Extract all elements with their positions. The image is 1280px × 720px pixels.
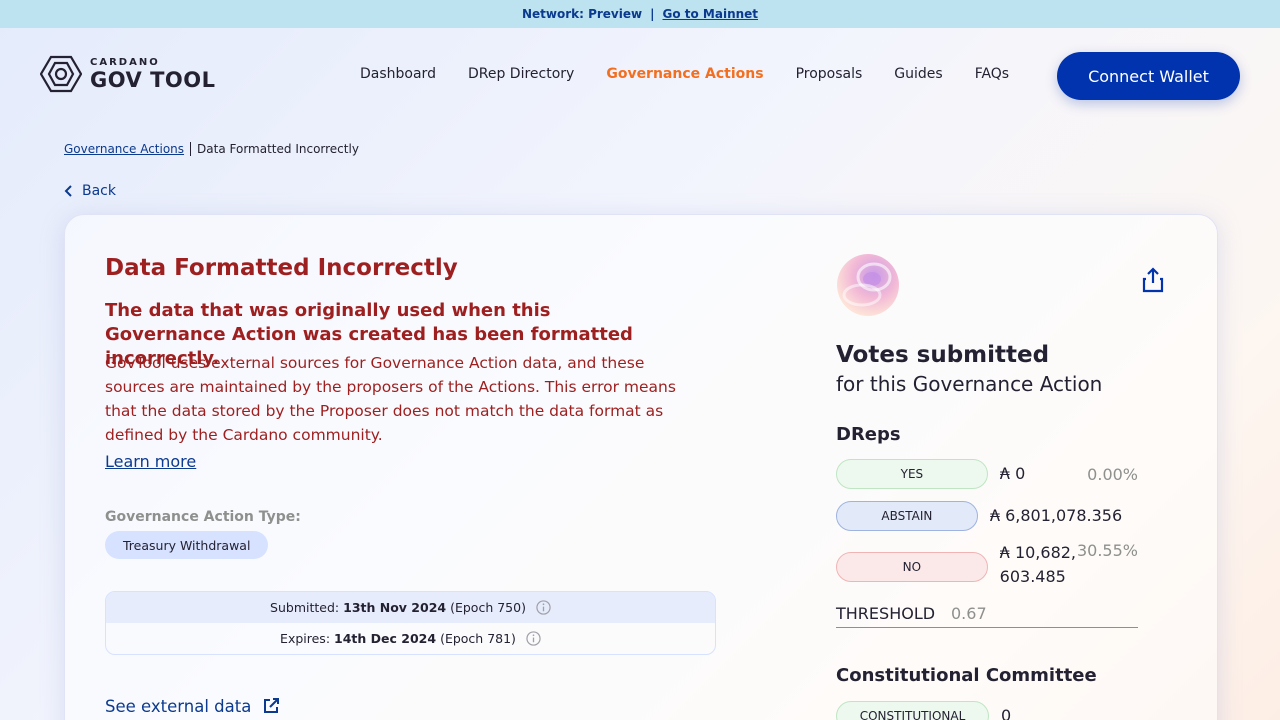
network-label: Network: Preview [521,7,643,21]
cardano-gov-logo-icon [40,55,82,93]
breadcrumb: Governance Actions Data Formatted Incorr… [64,142,359,156]
cc-heading: Constitutional Committee [836,665,1097,686]
governance-action-card: Data Formatted Incorrectly The data that… [64,214,1218,720]
action-type-label: Governance Action Type: [105,509,301,525]
network-banner: Network: Preview | Go to Mainnet [0,0,1280,28]
dreps-heading: DReps [836,424,901,445]
cc-pill: CONSTITUTIONAL [836,701,989,720]
votes-title: Votes submitted [836,342,1050,368]
yes-pill: YES [836,459,988,489]
banner-separator: | [650,7,655,21]
back-label: Back [82,183,116,199]
expires-row: Expires: 14th Dec 2024 (Epoch 781) [106,623,715,654]
connect-wallet-button[interactable]: Connect Wallet [1057,52,1240,100]
logo-big-text: GOV TOOL [90,68,216,92]
threshold-value: 0.67 [951,604,987,623]
info-icon[interactable] [536,600,551,615]
info-icon[interactable] [526,631,541,646]
abstain-pill: ABSTAIN [836,501,978,531]
external-link-icon [264,698,280,713]
learn-more-link[interactable]: Learn more [105,452,196,471]
nav-dashboard[interactable]: Dashboard [360,66,436,82]
submitted-date: 13th Nov 2024 [343,600,447,615]
yes-percent: 0.00% [1087,464,1138,484]
see-external-data-link[interactable]: See external data [105,696,281,716]
error-description: GovTool uses external sources for Govern… [105,354,676,444]
vote-row-yes: YES ₳ 0 0.00% [836,459,1138,489]
header: CARDANO GOV TOOL Dashboard DRep Director… [0,28,1280,124]
error-title: Data Formatted Incorrectly [105,255,458,281]
logo[interactable]: CARDANO GOV TOOL [40,55,216,93]
nav-proposals[interactable]: Proposals [796,66,863,82]
submitted-epoch: (Epoch 750) [450,600,526,615]
vote-row-no: NO ₳ 10,682,603.485 30.55% [836,541,1138,589]
no-amount: ₳ 10,682,603.485 [999,543,1077,586]
action-type-chip: Treasury Withdrawal [105,531,269,559]
vote-row-cc: CONSTITUTIONAL 0 [836,701,1079,720]
no-pill: NO [836,552,988,582]
vote-row-abstain: ABSTAIN ₳ 6,801,078.356 [836,501,1138,531]
avatar [837,254,899,316]
expires-label: Expires: [280,631,331,646]
main-nav: Dashboard DRep Directory Governance Acti… [360,66,1009,82]
nav-faqs[interactable]: FAQs [975,66,1009,82]
cc-amount: 0 [1001,706,1012,720]
expires-date: 14th Dec 2024 [334,631,437,646]
threshold-label: THRESHOLD [836,604,936,623]
submitted-label: Submitted: [270,600,340,615]
nav-guides[interactable]: Guides [894,66,942,82]
votes-subtitle: for this Governance Action [836,372,1103,396]
expires-epoch: (Epoch 781) [440,631,516,646]
external-data-label: See external data [105,696,252,716]
abstain-amount: ₳ 6,801,078.356 [989,506,1123,525]
nav-drep-directory[interactable]: DRep Directory [468,66,574,82]
nav-governance-actions[interactable]: Governance Actions [606,66,763,82]
threshold-row: THRESHOLD 0.67 [836,604,1138,628]
share-icon[interactable] [1141,267,1165,293]
chevron-left-icon [64,185,72,197]
yes-amount: ₳ 0 [999,464,1026,483]
submitted-row: Submitted: 13th Nov 2024 (Epoch 750) [106,592,715,623]
go-to-mainnet-link[interactable]: Go to Mainnet [662,7,758,21]
back-button[interactable]: Back [64,183,116,199]
breadcrumb-governance-actions[interactable]: Governance Actions [64,142,184,156]
breadcrumb-current: Data Formatted Incorrectly [197,142,359,156]
no-percent: 30.55% [1076,541,1138,560]
dates-box: Submitted: 13th Nov 2024 (Epoch 750) Exp… [105,591,716,655]
breadcrumb-divider [190,142,192,156]
